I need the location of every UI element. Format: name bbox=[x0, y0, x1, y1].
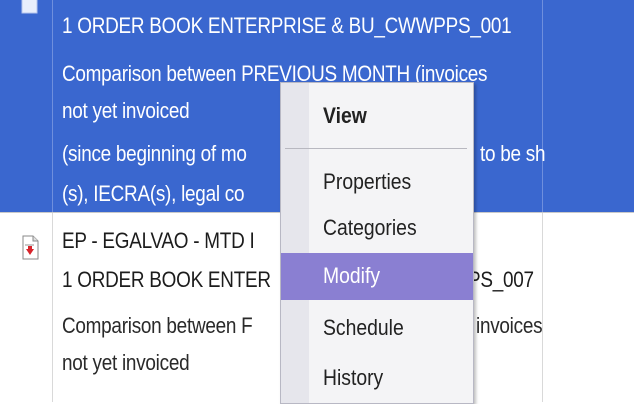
column-divider bbox=[542, 213, 543, 402]
report-document-icon[interactable] bbox=[20, 235, 40, 261]
menu-item-schedule[interactable]: Schedule bbox=[281, 307, 473, 349]
report-description: invoices bbox=[476, 313, 543, 338]
menu-item-view[interactable]: View bbox=[281, 95, 473, 137]
report-description: not yet invoiced bbox=[62, 350, 190, 375]
menu-item-label: Properties bbox=[323, 169, 412, 194]
menu-item-label: Schedule bbox=[323, 315, 404, 340]
report-description: not yet invoiced bbox=[62, 98, 190, 123]
report-description: (since beginning of mo bbox=[62, 141, 247, 166]
menu-item-properties[interactable]: Properties bbox=[281, 161, 473, 203]
menu-item-history[interactable]: History bbox=[281, 357, 473, 399]
report-document-icon bbox=[21, 0, 38, 14]
report-title: EP - EGALVAO - MTD I bbox=[62, 228, 255, 253]
report-path: PS_007 bbox=[468, 267, 534, 292]
report-path: 1 ORDER BOOK ENTERPRISE & BU_CWWPPS_001 bbox=[62, 13, 512, 38]
column-divider bbox=[542, 0, 543, 213]
icon-column bbox=[0, 213, 52, 402]
context-menu: View Properties Categories Modify Schedu… bbox=[280, 82, 474, 404]
menu-separator bbox=[285, 148, 467, 149]
column-divider bbox=[52, 0, 53, 213]
menu-item-label: Modify bbox=[323, 263, 381, 288]
menu-item-label: Categories bbox=[323, 215, 417, 240]
icon-column bbox=[0, 0, 52, 213]
menu-item-categories[interactable]: Categories bbox=[281, 207, 473, 249]
menu-item-label: History bbox=[323, 365, 384, 390]
report-description: (s), IECRA(s), legal co bbox=[62, 181, 245, 206]
report-description: Comparison between F bbox=[62, 313, 253, 338]
report-path: 1 ORDER BOOK ENTER bbox=[62, 267, 271, 292]
column-divider bbox=[52, 213, 53, 402]
menu-item-modify[interactable]: Modify bbox=[281, 253, 473, 300]
report-description: to be sh bbox=[480, 141, 546, 166]
menu-item-label: View bbox=[323, 103, 367, 128]
